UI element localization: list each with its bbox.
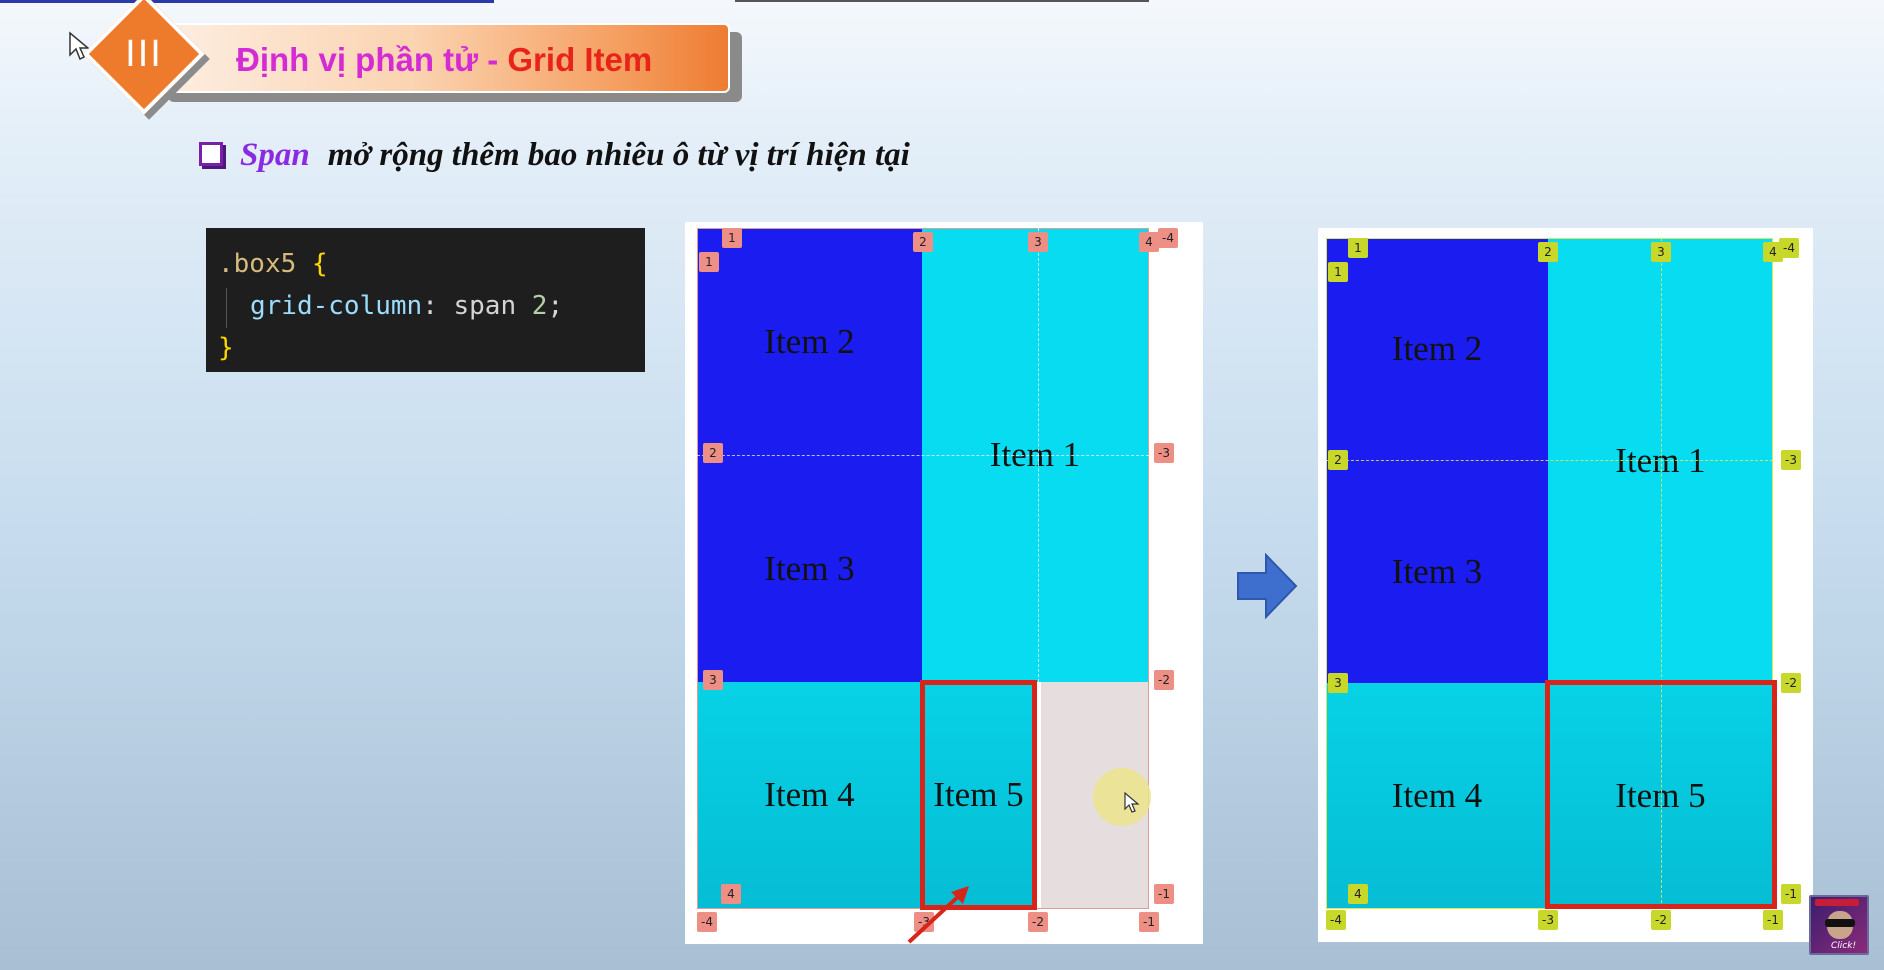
line-label-top-2: 2 xyxy=(1538,242,1558,262)
css-semicolon: ; xyxy=(547,291,564,321)
code-line-1: .box5 { xyxy=(218,244,328,284)
css-property: grid-column xyxy=(250,291,423,321)
subtitle-text: mở rộng thêm bao nhiêu ô từ vị trí hiện … xyxy=(327,137,910,173)
slide-title-main: Định vị phần tử - xyxy=(236,41,508,78)
cursor-highlight xyxy=(1093,768,1151,826)
grid-after-panel: Item 2 Item 3 Item 1 Item 4 Item 5 1 2 3… xyxy=(1318,228,1813,942)
line-label-left-4: 4 xyxy=(721,884,741,904)
line-label-bottom-1: -4 xyxy=(1326,910,1346,930)
channel-avatar[interactable]: Click! xyxy=(1809,895,1869,955)
arrow-right-icon xyxy=(1237,553,1298,619)
section-number: III xyxy=(125,32,163,75)
line-label-right-1: -3 xyxy=(1781,450,1801,470)
line-label-left-3: 3 xyxy=(703,670,723,690)
item-5-highlight xyxy=(920,680,1037,910)
grid-line-col-3 xyxy=(1038,228,1039,682)
item-5-highlight xyxy=(1545,680,1777,909)
subtitle-keyword: Span xyxy=(240,137,310,173)
checkbox-bullet-icon xyxy=(199,142,223,166)
top-progress-line xyxy=(0,0,494,3)
line-label-bottom-4: -1 xyxy=(1763,910,1783,930)
line-label-top-3: 3 xyxy=(1651,242,1671,262)
line-label-top-right: -4 xyxy=(1158,228,1178,248)
line-label-left-1: 1 xyxy=(1328,262,1348,282)
slide-title-highlight: Grid Item xyxy=(507,41,653,78)
line-label-right-2: -2 xyxy=(1781,673,1801,693)
grid-line-row-2 xyxy=(697,455,1149,456)
slide-subtitle: Span mở rộng thêm bao nhiêu ô từ vị trí h… xyxy=(240,130,910,180)
line-label-right-3: -1 xyxy=(1781,884,1801,904)
line-label-top-1: 1 xyxy=(1348,238,1368,258)
css-colon: : xyxy=(422,291,438,321)
line-label-bottom-3: -2 xyxy=(1028,912,1048,932)
line-label-top-right: -4 xyxy=(1779,238,1799,258)
slide-title: Định vị phần tử - Grid Item xyxy=(236,38,652,82)
line-label-top-2: 2 xyxy=(913,232,933,252)
grid-before-panel: Item 2 Item 3 Item 1 Item 4 Item 5 1 2 3… xyxy=(685,222,1203,944)
css-selector: .box5 xyxy=(218,249,297,279)
line-label-bottom-4: -1 xyxy=(1139,912,1159,932)
line-label-right-1: -3 xyxy=(1154,443,1174,463)
line-label-bottom-3: -2 xyxy=(1651,910,1671,930)
top-divider-line xyxy=(735,0,1149,2)
css-open-brace: { xyxy=(311,249,328,279)
code-snippet: .box5 { grid-column: span 2; } xyxy=(206,228,645,372)
line-label-left-1: 1 xyxy=(699,252,719,272)
line-label-bottom-2: -3 xyxy=(1538,910,1558,930)
css-value-keyword: span xyxy=(453,291,517,321)
avatar-click-label: Click! xyxy=(1831,941,1857,951)
line-label-left-4: 4 xyxy=(1348,884,1368,904)
code-line-2: grid-column: span 2; xyxy=(250,286,563,326)
avatar-glasses xyxy=(1825,919,1855,927)
line-label-bottom-1: -4 xyxy=(697,912,717,932)
line-label-top-3: 3 xyxy=(1028,232,1048,252)
grid-line-row-2 xyxy=(1326,460,1773,461)
line-label-left-2: 2 xyxy=(1328,450,1348,470)
line-label-top-4: 4 xyxy=(1139,232,1159,252)
code-line-3: } xyxy=(218,328,234,368)
line-label-left-2: 2 xyxy=(703,443,723,463)
line-label-top-1: 1 xyxy=(722,228,742,248)
css-value-number: 2 xyxy=(531,291,548,321)
line-label-right-3: -1 xyxy=(1154,884,1174,904)
line-label-left-3: 3 xyxy=(1328,673,1348,693)
line-label-right-2: -2 xyxy=(1154,670,1174,690)
subscribe-strip xyxy=(1815,899,1859,906)
mouse-cursor-icon xyxy=(1124,792,1140,813)
indent-guide xyxy=(226,288,227,328)
css-close-brace: } xyxy=(218,333,234,363)
pointer-arrow-icon xyxy=(907,886,969,944)
